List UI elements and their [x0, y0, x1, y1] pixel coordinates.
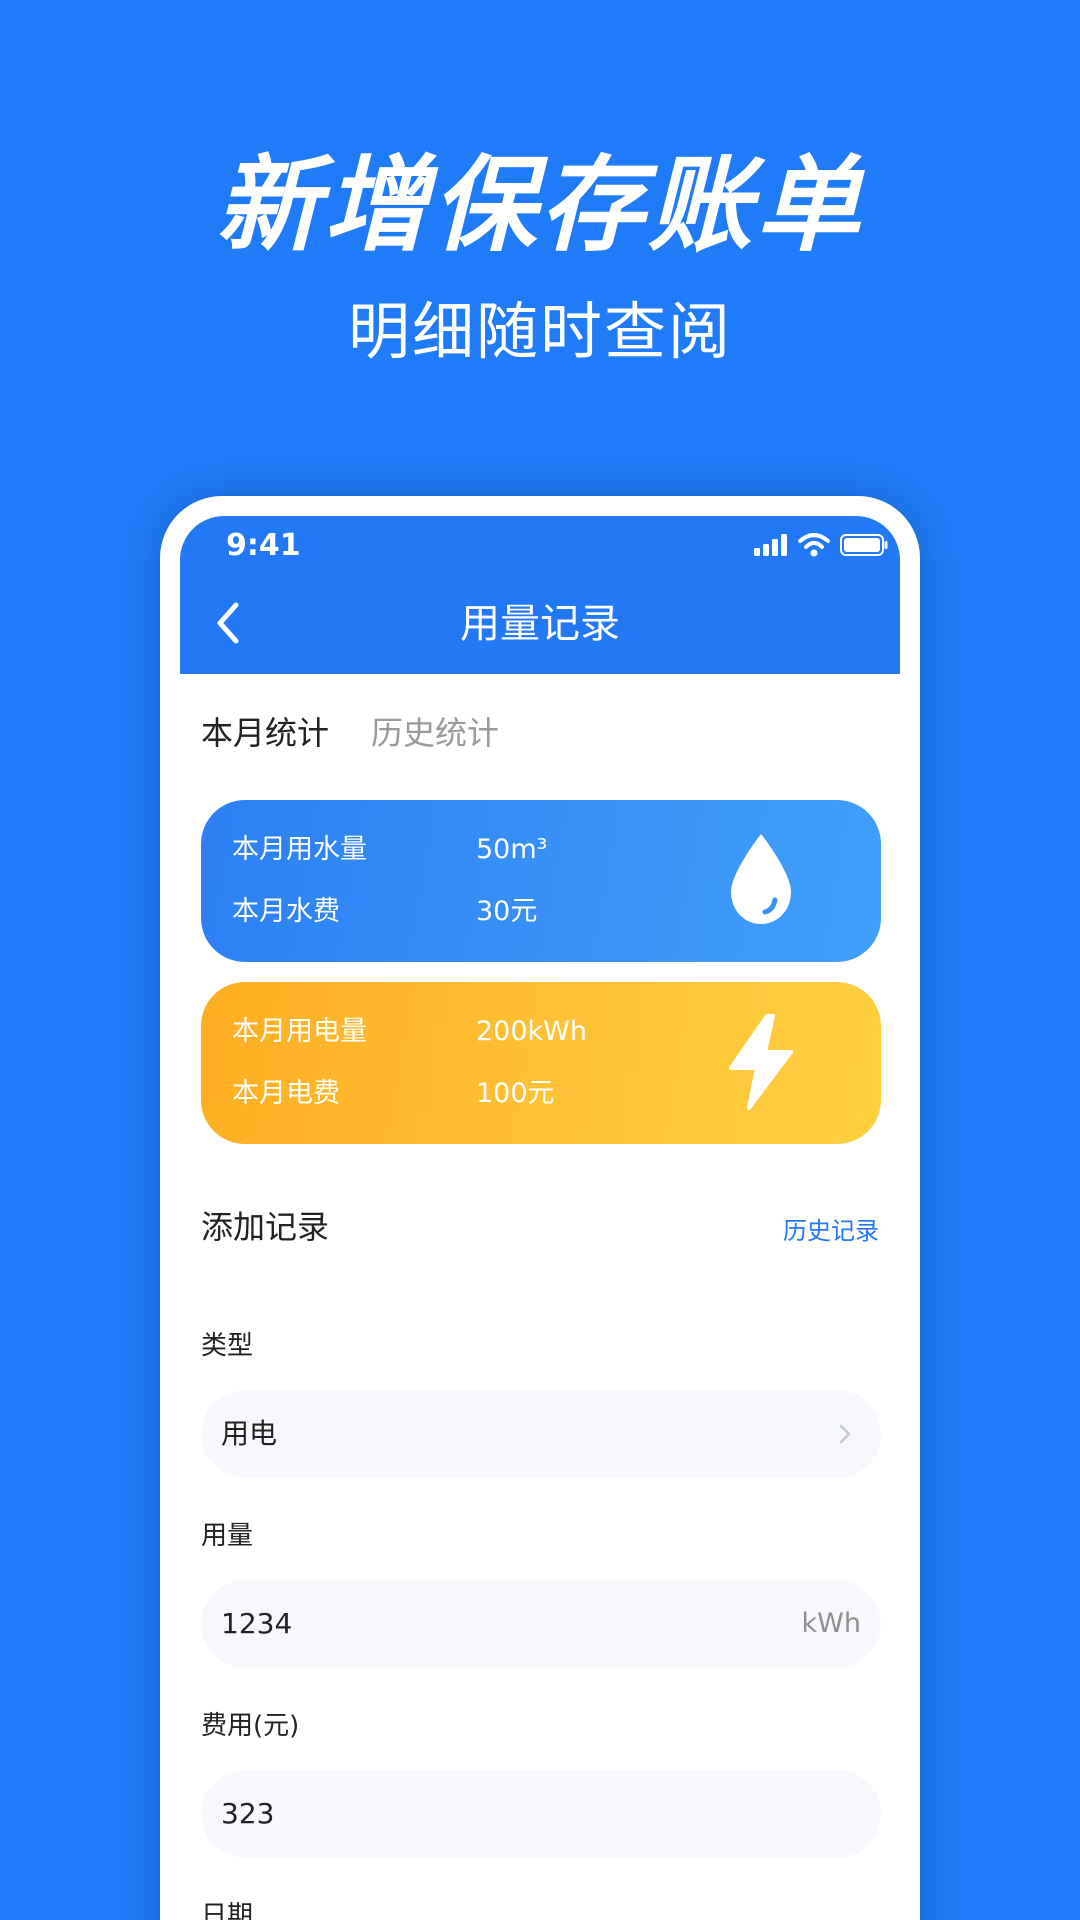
usage-unit: kWh	[801, 1608, 861, 1639]
tab-this-month[interactable]: 本月统计	[201, 708, 329, 758]
usage-input[interactable]: 1234 kWh	[201, 1580, 881, 1668]
water-fee-label: 本月水费	[232, 896, 340, 927]
battery-icon	[840, 534, 888, 556]
history-records-link[interactable]: 历史记录	[783, 1214, 879, 1248]
usage-label: 用量	[201, 1521, 254, 1551]
water-fee-value: 30元	[476, 896, 538, 927]
promo-subline: 明细随时查阅	[347, 295, 732, 368]
promo-canvas: 新增保存账单 明细随时查阅 9:41 用量记录 本月统计 历史统计 本月用水量 …	[0, 0, 1080, 1920]
water-usage-value: 50m³	[476, 834, 548, 865]
type-select[interactable]: 用电	[201, 1390, 881, 1478]
power-fee-label: 本月电费	[232, 1078, 340, 1109]
promo-headline: 新增保存账单	[215, 144, 864, 266]
fee-value: 323	[221, 1797, 275, 1830]
fee-label: 费用(元)	[201, 1711, 300, 1741]
power-usage-label: 本月用电量	[232, 1016, 367, 1047]
add-record-title: 添加记录	[201, 1208, 330, 1246]
phone-frame: 9:41 用量记录 本月统计 历史统计 本月用水量 50m³ 本月水费 30元 …	[160, 496, 920, 1920]
lightning-icon	[729, 1014, 793, 1110]
wifi-icon	[798, 533, 830, 557]
stat-tabs: 本月统计 历史统计	[201, 708, 499, 758]
type-value: 用电	[221, 1417, 278, 1450]
power-stat-card: 本月用电量 200kWh 本月电费 100元	[201, 982, 881, 1144]
signal-icon	[754, 534, 787, 556]
chevron-right-icon	[839, 1424, 851, 1444]
water-usage-label: 本月用水量	[232, 834, 367, 865]
status-time: 9:41	[226, 528, 301, 563]
type-label: 类型	[201, 1331, 254, 1361]
page-title: 用量记录	[460, 601, 620, 647]
power-fee-value: 100元	[476, 1078, 555, 1109]
usage-value: 1234	[221, 1607, 293, 1640]
app-bar: 9:41 用量记录	[180, 516, 900, 674]
tab-history-stats[interactable]: 历史统计	[371, 708, 499, 758]
water-stat-card: 本月用水量 50m³ 本月水费 30元	[201, 800, 881, 962]
power-usage-value: 200kWh	[476, 1016, 587, 1047]
fee-input[interactable]: 323	[201, 1770, 881, 1858]
date-label: 日期	[201, 1901, 254, 1920]
phone-screen: 9:41 用量记录 本月统计 历史统计 本月用水量 50m³ 本月水费 30元 …	[180, 516, 900, 1920]
status-icons	[754, 530, 888, 560]
water-drop-icon	[731, 834, 791, 924]
